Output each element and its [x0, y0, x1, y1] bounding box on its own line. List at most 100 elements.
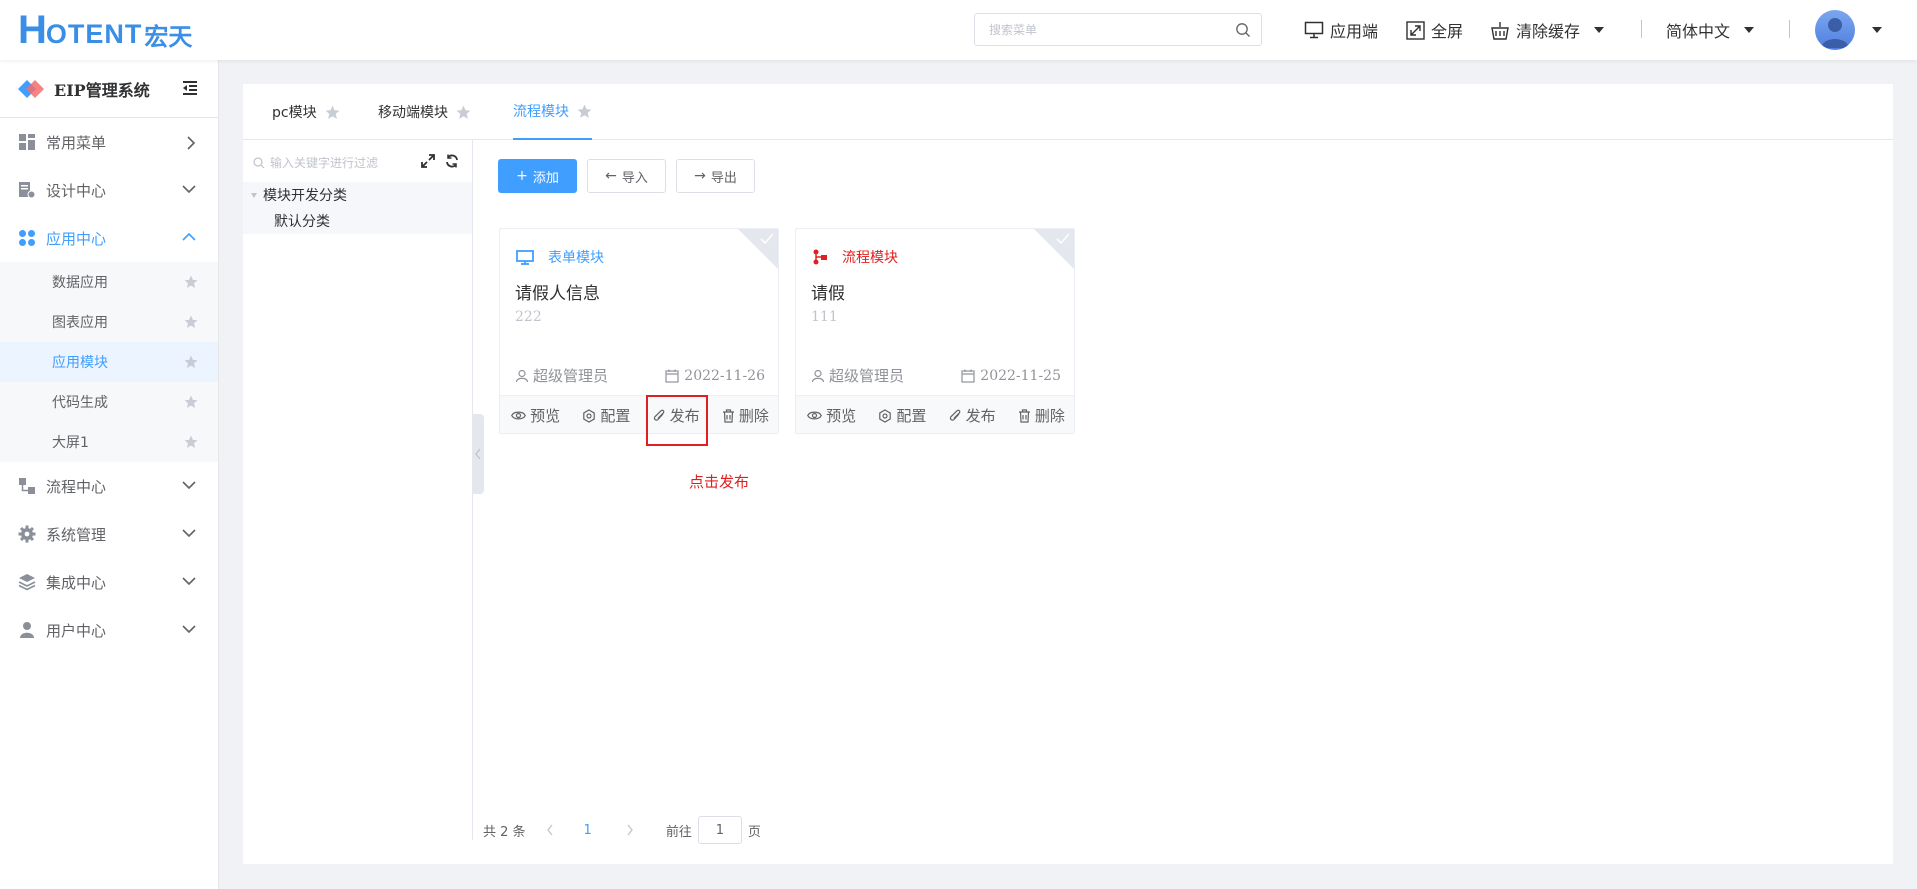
refresh-icon[interactable]: [445, 154, 459, 168]
config-button[interactable]: 配置: [878, 405, 926, 426]
pagination-goto-suffix: 页: [747, 824, 761, 840]
publish-button[interactable]: 发布: [949, 405, 996, 426]
chevron-left-icon: [475, 448, 481, 460]
tree-collapse-handle[interactable]: [472, 414, 484, 494]
star-icon[interactable]: [456, 105, 471, 120]
delete-button[interactable]: 删除: [722, 405, 769, 426]
tree-filter-input[interactable]: [270, 156, 410, 170]
expand-icon[interactable]: [421, 154, 435, 168]
add-button[interactable]: + 添加: [498, 159, 577, 193]
config-label: 配置: [896, 407, 927, 425]
menu-system-management[interactable]: 系统管理: [0, 510, 218, 558]
delete-label: 删除: [738, 407, 769, 425]
user-icon: [811, 369, 825, 382]
chevron-right-icon[interactable]: [626, 824, 634, 836]
config-label: 配置: [600, 407, 631, 425]
submenu-label: 代码生成: [52, 395, 108, 411]
publish-highlight-box: [646, 395, 708, 446]
star-icon[interactable]: [184, 355, 198, 369]
menu-app-center[interactable]: 应用中心: [0, 214, 218, 262]
tree-node-label: 默认分类: [274, 214, 330, 230]
export-label: 导出: [710, 170, 737, 186]
calendar-icon: [665, 369, 679, 383]
sidebar-item-chart-app[interactable]: 图表应用: [0, 302, 218, 342]
card-type: 流程模块: [812, 247, 898, 267]
fullscreen-button[interactable]: 全屏: [1406, 18, 1463, 42]
module-card[interactable]: 流程模块 请假 111 超级管理员 2022-11-25 预览 配置 发布 删除: [795, 228, 1075, 434]
layers-icon: [18, 573, 36, 591]
pagination-goto-prefix: 前往: [665, 824, 692, 840]
star-icon[interactable]: [184, 315, 198, 329]
menu-label: 集成中心: [46, 573, 107, 592]
clear-cache-label: 清除缓存: [1516, 22, 1581, 41]
tree-node-default[interactable]: 默认分类: [243, 208, 472, 234]
search-icon[interactable]: [1235, 22, 1251, 38]
sidebar-item-code-gen[interactable]: 代码生成: [0, 382, 218, 422]
delete-button[interactable]: 删除: [1018, 405, 1065, 426]
trash-icon: [1018, 408, 1030, 423]
main-content: pc模块 移动端模块 流程模块 模块开发分类 默认分类: [243, 84, 1893, 864]
eye-icon: [511, 411, 527, 420]
dashboard-icon: [18, 133, 36, 151]
card-desc: 111: [811, 309, 838, 325]
export-button[interactable]: → 导出: [676, 159, 755, 193]
avatar-caret-down-icon[interactable]: [1872, 27, 1882, 33]
header-divider: [1789, 20, 1790, 38]
submenu-label: 大屏1: [52, 435, 89, 451]
sidebar: EIP管理系统 常用菜单 设计中心 应用中心 数据应用 图表应用 应用模块 代码…: [0, 60, 219, 889]
pagination-current-page[interactable]: 1: [584, 823, 592, 838]
sidebar-item-big-screen[interactable]: 大屏1: [0, 422, 218, 462]
module-tabs: pc模块 移动端模块 流程模块: [243, 84, 1893, 140]
star-icon[interactable]: [184, 275, 198, 289]
import-button[interactable]: ← 导入: [587, 159, 666, 193]
delete-label: 删除: [1034, 407, 1065, 425]
caret-down-icon[interactable]: [251, 192, 257, 198]
star-icon[interactable]: [184, 435, 198, 449]
flow-icon: [18, 477, 36, 495]
card-date-text: 2022-11-26: [684, 367, 765, 384]
star-icon[interactable]: [184, 395, 198, 409]
config-button[interactable]: 配置: [582, 405, 630, 426]
menu-design-center[interactable]: 设计中心: [0, 166, 218, 214]
clear-cache-button[interactable]: 清除缓存: [1490, 18, 1605, 42]
user-avatar[interactable]: [1815, 10, 1855, 50]
preview-button[interactable]: 预览: [511, 405, 560, 426]
menu-search-input[interactable]: [989, 14, 1229, 45]
menu-fold-icon[interactable]: [182, 81, 198, 95]
module-card[interactable]: 表单模块 请假人信息 222 超级管理员 2022-11-26 预览 配置 发布…: [499, 228, 779, 434]
menu-flow-center[interactable]: 流程中心: [0, 462, 218, 510]
calendar-icon: [961, 369, 975, 383]
app-end-button[interactable]: 应用端: [1304, 18, 1378, 42]
pagination-goto-input[interactable]: [697, 816, 742, 844]
app-end-label: 应用端: [1330, 22, 1379, 41]
tab-pc-module[interactable]: pc模块: [272, 84, 340, 140]
logo-letter: H: [18, 8, 47, 52]
app-center-submenu: 数据应用 图表应用 应用模块 代码生成 大屏1: [0, 262, 218, 462]
check-icon[interactable]: [1056, 233, 1070, 245]
menu-label: 系统管理: [46, 525, 107, 544]
submenu-label: 应用模块: [52, 355, 108, 371]
monitor-icon: [1304, 21, 1324, 39]
gear-icon: [879, 408, 892, 423]
check-icon[interactable]: [760, 233, 774, 245]
card-date: 2022-11-26: [665, 368, 765, 384]
tab-flow-module[interactable]: 流程模块: [513, 84, 592, 140]
language-select[interactable]: 简体中文: [1666, 18, 1755, 42]
sidebar-item-app-module[interactable]: 应用模块: [0, 342, 218, 382]
search-icon: [253, 157, 265, 169]
menu-user-center[interactable]: 用户中心: [0, 606, 218, 654]
tab-mobile-module[interactable]: 移动端模块: [378, 84, 471, 140]
plus-icon: +: [516, 168, 528, 184]
preview-button[interactable]: 预览: [807, 405, 856, 426]
tree-node-module-dev[interactable]: 模块开发分类: [243, 182, 472, 208]
click-publish-note: 点击发布: [689, 473, 750, 491]
hotent-logo[interactable]: H OTENT 宏天: [18, 8, 192, 52]
menu-integration-center[interactable]: 集成中心: [0, 558, 218, 606]
user-icon: [18, 621, 36, 639]
caret-down-icon: [1744, 27, 1755, 33]
star-icon[interactable]: [325, 105, 340, 120]
sidebar-item-data-app[interactable]: 数据应用: [0, 262, 218, 302]
menu-common[interactable]: 常用菜单: [0, 118, 218, 166]
star-icon[interactable]: [577, 104, 592, 119]
chevron-left-icon[interactable]: [546, 824, 554, 836]
